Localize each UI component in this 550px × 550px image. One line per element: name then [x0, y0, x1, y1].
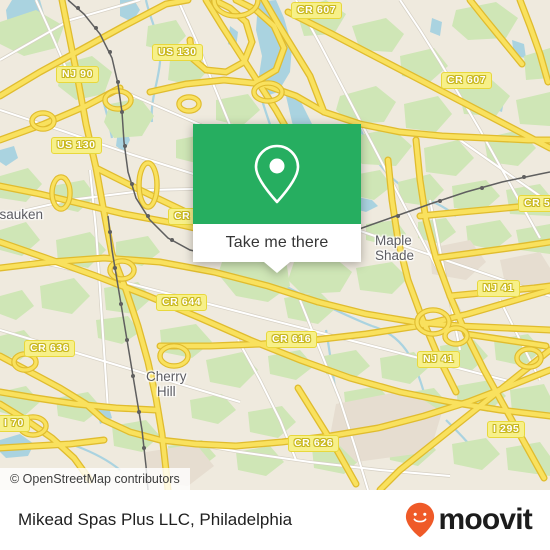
road-shield-cr-607-north: CR 607 — [291, 2, 343, 19]
road-shield-i-295: I 295 — [487, 421, 526, 438]
place-title: Mikead Spas Plus LLC, Philadelphia — [18, 510, 293, 529]
moovit-wordmark: moovit — [438, 503, 532, 536]
place-label-cherry-hill-line2: Hill — [156, 384, 176, 399]
road-shield-i-70: I 70 — [0, 415, 30, 432]
road-shield-us-130-west: US 130 — [51, 137, 102, 154]
road-shield-cr-626: CR 626 — [288, 435, 340, 452]
place-label-cherry-hill-line1: Cherry — [146, 369, 187, 384]
road-shield-us-130-north: US 130 — [152, 44, 203, 61]
road-shield-cr-607-east: CR 607 — [441, 72, 493, 89]
moovit-smiley-pin-icon — [406, 502, 435, 538]
take-me-there-callout[interactable]: Take me there — [193, 124, 361, 273]
road-shield-nj-41-south: NJ 41 — [417, 351, 461, 368]
place-label-maple-shade-line2: Shade — [375, 248, 415, 263]
map-attribution[interactable]: © OpenStreetMap contributors — [0, 468, 190, 490]
road-shield-cr-636: CR 636 — [24, 340, 76, 357]
place-label-maple-shade: Maple Shade — [375, 233, 414, 263]
road-shield-cr-53: CR 53 — [518, 195, 550, 212]
moovit-logo[interactable]: moovit — [405, 502, 533, 538]
place-label-pennsauken: nsauken — [0, 207, 44, 222]
take-me-there-label: Take me there — [225, 234, 329, 251]
map-screenshot: CR 607 US 130 NJ 90 CR 607 US 130 CR 53 … — [0, 0, 550, 550]
road-shield-cr-616: CR 616 — [266, 331, 318, 348]
callout-pointer-arrow — [264, 262, 290, 273]
location-pin-icon — [254, 144, 300, 204]
road-shield-nj-90: NJ 90 — [56, 66, 100, 83]
place-label-maple-shade-line1: Maple — [375, 233, 412, 248]
road-shield-nj-41-north: NJ 41 — [477, 280, 521, 297]
callout-action-panel[interactable]: Take me there — [193, 224, 361, 273]
map-canvas[interactable]: CR 607 US 130 NJ 90 CR 607 US 130 CR 53 … — [0, 0, 550, 490]
callout-icon-panel — [193, 124, 361, 224]
road-shield-cr-644: CR 644 — [156, 294, 208, 311]
place-label-cherry-hill: Cherry Hill — [146, 369, 187, 399]
attribution-text: © OpenStreetMap contributors — [10, 472, 180, 486]
bottom-info-bar: Mikead Spas Plus LLC, Philadelphia moovi… — [0, 490, 550, 550]
